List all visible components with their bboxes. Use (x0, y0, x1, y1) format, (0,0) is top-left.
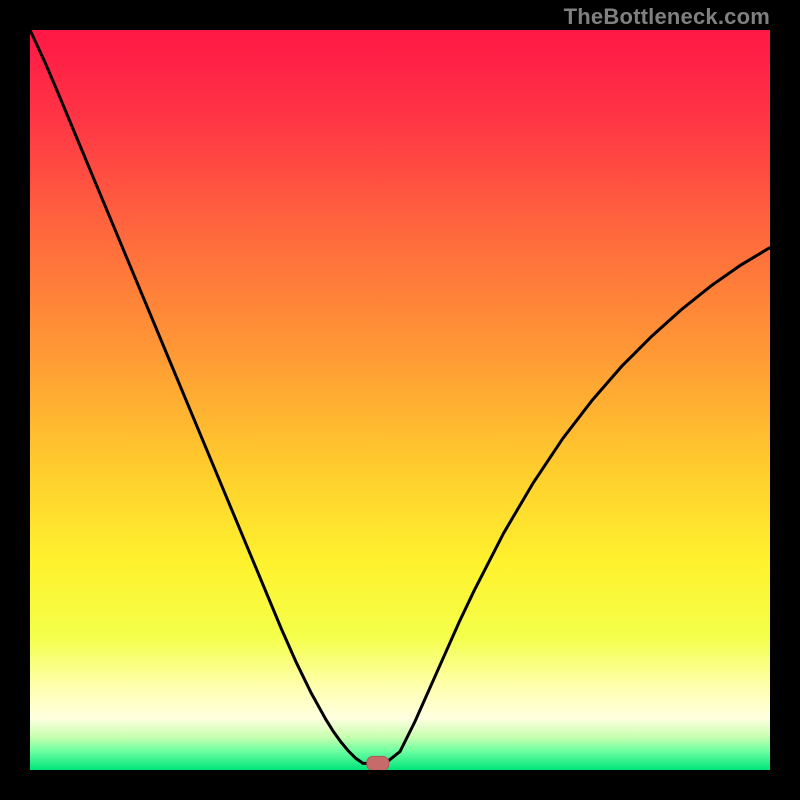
plot-area (30, 30, 770, 770)
chart-frame: TheBottleneck.com (0, 0, 800, 800)
bottleneck-curve-chart (30, 30, 770, 770)
gradient-background (30, 30, 770, 770)
watermark-text: TheBottleneck.com (564, 4, 770, 30)
optimal-point-marker (367, 756, 389, 770)
